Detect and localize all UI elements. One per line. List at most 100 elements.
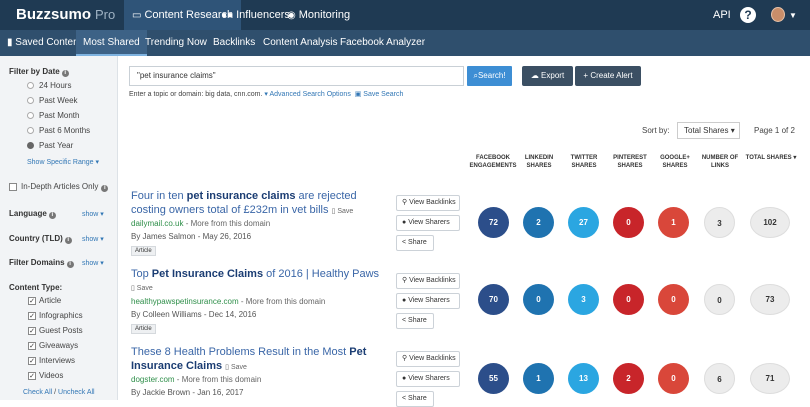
result-domain[interactable]: dogster.com - More from this domain (131, 375, 261, 384)
total-shares: 73 (750, 284, 790, 315)
col-googleplus[interactable]: GOOGLE+ SHARES (650, 154, 700, 170)
view-backlinks-button[interactable]: ⚲ View Backlinks (396, 351, 460, 367)
search-hint: Enter a topic or domain: big data, cnn.c… (129, 91, 404, 98)
nav-monitoring[interactable]: ◉ Monitoring (279, 0, 358, 30)
facebook-count: 70 (478, 284, 509, 315)
uncheck-all-link[interactable]: Uncheck All (58, 389, 95, 396)
domains-show-toggle[interactable]: show ▾ (82, 259, 104, 267)
result-byline: By Colleen Williams - Dec 14, 2016 (131, 310, 257, 319)
check-all-link[interactable]: Check All (23, 389, 52, 396)
col-pinterest[interactable]: PINTEREST SHARES (605, 154, 655, 170)
info-icon: i (101, 185, 109, 192)
col-twitter[interactable]: TWITTER SHARES (559, 154, 609, 170)
linkedin-count: 1 (523, 363, 554, 394)
view-backlinks-button[interactable]: ⚲ View Backlinks (396, 273, 460, 289)
checkbox-videos[interactable]: ✓ (28, 372, 36, 380)
links-count: 3 (704, 207, 735, 238)
radio-past-6-months[interactable] (27, 127, 34, 134)
checkbox-article[interactable]: ✓ (28, 297, 36, 305)
people-icon: ●● (221, 10, 234, 21)
col-facebook[interactable]: FACEBOOK ENGAGEMENTS (468, 154, 518, 170)
info-icon: i (64, 237, 72, 244)
radio-past-week[interactable] (27, 97, 34, 104)
twitter-count: 27 (568, 207, 599, 238)
pinterest-count: 2 (613, 363, 644, 394)
share-button[interactable]: < Share (396, 313, 434, 329)
total-shares: 71 (750, 363, 790, 394)
tab-trending-now[interactable]: Trending Now (138, 30, 214, 56)
result-title[interactable]: Top Pet Insurance Claims of 2016 | Healt… (131, 267, 386, 281)
search-input[interactable]: "pet insurance claims" (129, 66, 464, 86)
view-sharers-button[interactable]: ● View Sharers (396, 215, 460, 231)
googleplus-count: 1 (658, 207, 689, 238)
sub-navbar: ▮ Saved Content Most Shared Trending Now… (0, 30, 810, 56)
save-link[interactable]: ▯ Save (332, 208, 354, 215)
radio-24-hours[interactable] (27, 82, 34, 89)
api-link[interactable]: API (713, 0, 731, 30)
linkedin-count: 2 (523, 207, 554, 238)
article-tag: Article (131, 324, 156, 334)
result-title[interactable]: These 8 Health Problems Result in the Mo… (131, 345, 386, 375)
view-backlinks-button[interactable]: ⚲ View Backlinks (396, 195, 460, 211)
language-show-toggle[interactable]: show ▾ (82, 210, 104, 218)
filter-by-date-heading: Filter by Date i (9, 67, 69, 77)
checkbox-label: Interviews (39, 356, 76, 365)
save-link[interactable]: ▯ Save (225, 364, 247, 371)
links-count: 0 (704, 284, 735, 315)
help-icon[interactable]: ? (740, 7, 756, 23)
radio-past-year[interactable] (27, 142, 34, 149)
checkbox-giveaways[interactable]: ✓ (28, 342, 36, 350)
checkbox-label: Infographics (39, 311, 83, 320)
camera-icon: ◉ (287, 10, 296, 21)
tab-backlinks[interactable]: Backlinks (206, 30, 262, 56)
radio-past-month[interactable] (27, 112, 34, 119)
create-alert-button[interactable]: + Create Alert (575, 66, 641, 86)
tab-facebook-analyzer[interactable]: Facebook Analyzer (333, 30, 432, 56)
share-button[interactable]: < Share (396, 235, 434, 251)
language-heading: Language i (9, 209, 56, 219)
checkbox-label: Article (39, 296, 62, 305)
checkbox-infographics[interactable]: ✓ (28, 312, 36, 320)
radio-label: Past Week (39, 96, 78, 105)
country-heading: Country (TLD) i (9, 234, 72, 244)
pinterest-count: 0 (613, 207, 644, 238)
radio-label: Past 6 Months (39, 126, 91, 135)
info-icon: i (48, 212, 56, 219)
pinterest-count: 0 (613, 284, 644, 315)
advanced-search-link[interactable]: ▾ Advanced Search Options (264, 91, 350, 98)
cloud-icon: ☁ (530, 71, 542, 80)
radio-label: Past Year (39, 141, 74, 150)
chevron-down-icon[interactable]: ▼ (789, 11, 797, 20)
facebook-count: 72 (478, 207, 509, 238)
checkbox-guest-posts[interactable]: ✓ (28, 327, 36, 335)
sort-select[interactable]: Total Shares ▾ (677, 122, 740, 139)
info-icon: i (66, 261, 74, 268)
tab-content-analysis[interactable]: Content Analysis (256, 30, 345, 56)
view-sharers-button[interactable]: ● View Sharers (396, 371, 460, 387)
main-content: "pet insurance claims" ⌕Search! ☁ Export… (118, 56, 810, 407)
show-specific-range-link[interactable]: Show Specific Range ▾ (27, 158, 99, 166)
in-depth-checkbox[interactable] (9, 183, 17, 191)
country-show-toggle[interactable]: show ▾ (82, 235, 104, 243)
user-avatar[interactable] (771, 7, 785, 22)
checkbox-label: Videos (39, 371, 64, 380)
checkbox-interviews[interactable]: ✓ (28, 357, 36, 365)
save-link[interactable]: ▯ Save (131, 284, 153, 292)
top-navbar: Buzzsumo Pro ▭ Content Research ●● Influenc… (0, 0, 810, 30)
buzzsumo-logo[interactable]: Buzzsumo Pro (16, 6, 115, 23)
sort-label: Sort by: (642, 126, 670, 135)
view-sharers-button[interactable]: ● View Sharers (396, 293, 460, 309)
result-domain[interactable]: dailymail.co.uk - More from this domain (131, 219, 270, 228)
share-button[interactable]: < Share (396, 391, 434, 407)
search-button[interactable]: ⌕Search! (467, 66, 512, 86)
col-linkedin[interactable]: LINKEDIN SHARES (514, 154, 564, 170)
col-total[interactable]: TOTAL SHARES ▾ (742, 154, 800, 162)
total-shares: 102 (750, 207, 790, 238)
col-links[interactable]: NUMBER OF LINKS (695, 154, 745, 170)
result-domain[interactable]: healthypawspetinsurance.com - More from … (131, 297, 325, 306)
tab-most-shared[interactable]: Most Shared (76, 30, 147, 56)
result-title[interactable]: Four in ten pet insurance claims are rej… (131, 189, 386, 219)
save-search-link[interactable]: ▣ Save Search (355, 91, 404, 98)
export-button[interactable]: ☁ Export (522, 66, 573, 86)
filter-domains-heading: Filter Domains i (9, 258, 74, 268)
